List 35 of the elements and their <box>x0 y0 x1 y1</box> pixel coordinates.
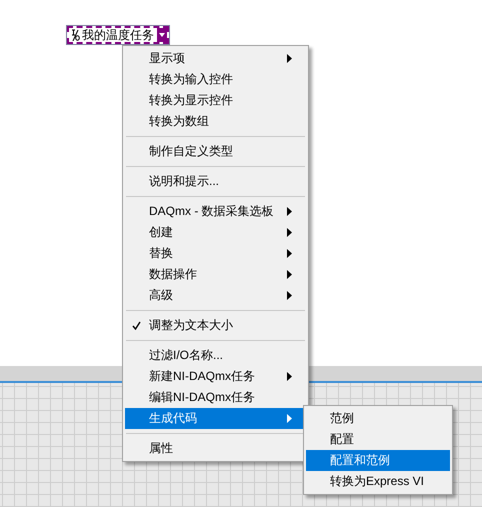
menu-item[interactable]: 说明和提示... <box>125 171 306 192</box>
menu-item[interactable]: 转换为Express VI <box>306 471 450 492</box>
submenu-arrow-icon <box>287 372 292 381</box>
menu-item[interactable]: 高级 <box>125 285 306 306</box>
menu-item[interactable]: 转换为数组 <box>125 111 306 132</box>
menu-item[interactable]: 转换为输入控件 <box>125 69 306 90</box>
menu-item[interactable]: 编辑NI-DAQmx任务 <box>125 387 306 408</box>
menu-item[interactable]: 转换为显示控件 <box>125 90 306 111</box>
menu-item[interactable]: 配置 <box>306 429 450 450</box>
menu-item[interactable]: DAQmx - 数据采集选板 <box>125 201 306 222</box>
submenu-arrow-icon <box>287 249 292 258</box>
control-label: 我的温度任务 <box>82 26 154 44</box>
menu-item[interactable]: 制作自定义类型 <box>125 141 306 162</box>
menu-item[interactable]: 新建NI-DAQmx任务 <box>125 366 306 387</box>
io-name-control[interactable]: 我的温度任务 <box>67 26 169 44</box>
submenu-arrow-icon <box>287 54 292 63</box>
menu-item[interactable]: 过滤I/O名称... <box>125 345 306 366</box>
submenu-arrow-icon <box>287 414 292 423</box>
menu-item[interactable]: 配置和范例 <box>306 450 450 471</box>
menu-item[interactable]: 显示项 <box>125 48 306 69</box>
menu-item[interactable]: 生成代码 <box>125 408 306 429</box>
menu-item[interactable]: 调整为文本大小 <box>125 315 306 336</box>
submenu-arrow-icon <box>287 270 292 279</box>
submenu-arrow-icon <box>287 207 292 216</box>
io-icon <box>71 29 80 41</box>
submenu-arrow-icon <box>287 291 292 300</box>
checkmark-icon <box>132 321 141 330</box>
submenu-arrow-icon <box>287 228 292 237</box>
menu-item[interactable]: 属性 <box>125 438 306 459</box>
caret-icon <box>159 33 165 37</box>
dropdown-button[interactable] <box>157 28 167 42</box>
menu-item[interactable]: 数据操作 <box>125 264 306 285</box>
menu-item[interactable]: 创建 <box>125 222 306 243</box>
menu-item[interactable]: 替换 <box>125 243 306 264</box>
menu-item[interactable]: 范例 <box>306 408 450 429</box>
